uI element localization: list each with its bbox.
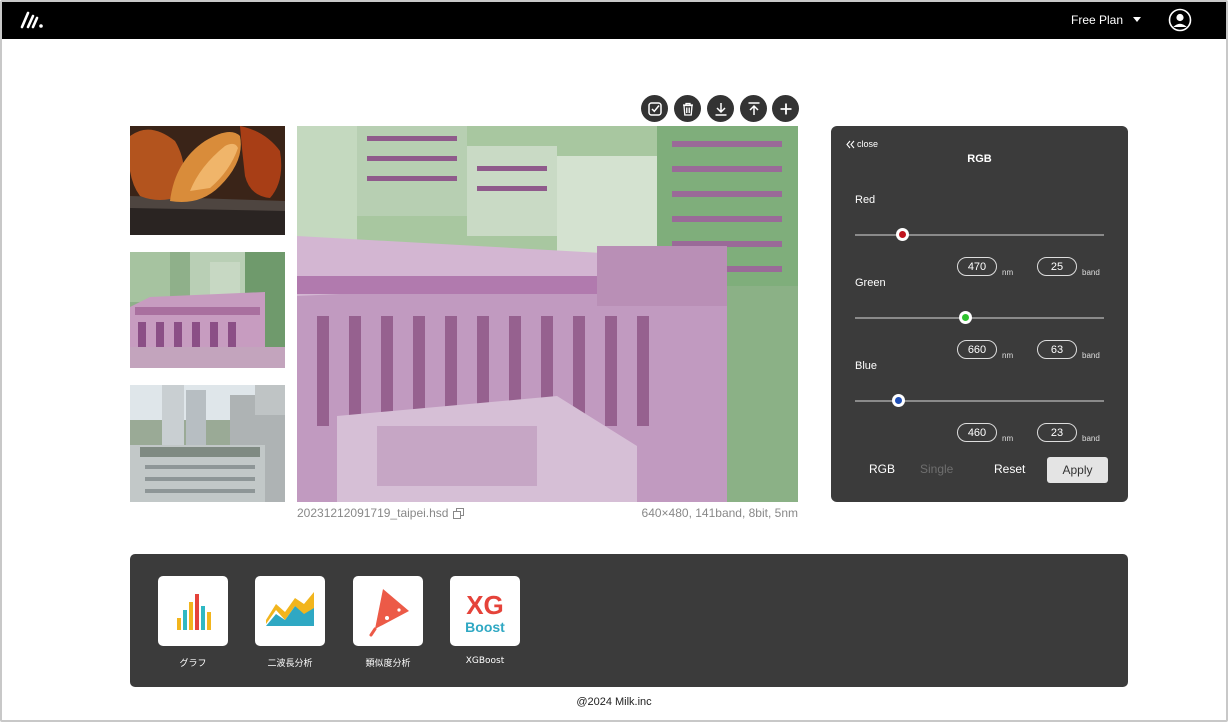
double-chevron-left-icon	[846, 140, 855, 148]
chevron-down-icon	[1133, 16, 1142, 22]
area-chart-icon	[266, 592, 314, 626]
xgboost-icon: XG Boost	[465, 590, 505, 635]
blue-slider-handle[interactable]	[892, 394, 906, 407]
close-label: close	[857, 139, 879, 149]
green-slider-handle[interactable]	[959, 311, 973, 324]
green-band-unit: band	[1082, 351, 1100, 360]
tool-graph[interactable]: グラフ	[158, 576, 228, 669]
thumbnail-building-false-color[interactable]	[130, 252, 285, 368]
building-false-color-image	[130, 252, 285, 368]
blue-slider[interactable]	[855, 394, 1104, 407]
milk-logo-icon[interactable]	[20, 9, 46, 31]
top-bar: Free Plan	[2, 2, 1226, 39]
delete-button[interactable]	[674, 95, 701, 122]
red-nm-input[interactable]: 470	[957, 257, 997, 276]
add-button[interactable]	[772, 95, 799, 122]
tool-xgboost-label: XGBoost	[465, 656, 505, 666]
svg-text:XG: XG	[466, 590, 504, 620]
tool-graph-label: グラフ	[179, 659, 207, 669]
tool-dual-wavelength[interactable]: 二波長分析	[255, 576, 325, 669]
plan-dropdown[interactable]: Free Plan	[1071, 13, 1142, 27]
green-label: Green	[855, 277, 886, 289]
panel-title: RGB	[967, 153, 992, 165]
plan-label: Free Plan	[1071, 13, 1124, 27]
xgboost-logo-x: X	[466, 590, 484, 620]
red-slider-handle[interactable]	[895, 228, 909, 241]
red-band-input[interactable]: 25	[1037, 257, 1077, 276]
footer-copyright: @2024 Milk.inc	[576, 696, 652, 708]
analysis-tools-bar: グラフ 二波長分析 類似度分析 XG Boost XGBoost	[130, 554, 1128, 687]
plus-icon	[780, 103, 791, 114]
image-info: 640×480, 141band, 8bit, 5nm	[641, 506, 798, 520]
blue-band-unit: band	[1082, 434, 1100, 443]
tool-xgboost[interactable]: XG Boost XGBoost	[450, 576, 520, 666]
upload-button[interactable]	[740, 95, 767, 122]
mode-single-button[interactable]: Single	[920, 462, 953, 476]
red-slider[interactable]	[855, 228, 1104, 241]
tool-similarity[interactable]: 類似度分析	[353, 576, 423, 669]
similarity-icon	[369, 589, 409, 637]
rgb-panel: close RGB Red 470 nm 25 band Green 660 n…	[831, 126, 1128, 502]
taipei-hyperspectral-image	[297, 126, 798, 502]
green-band-input[interactable]: 63	[1037, 340, 1077, 359]
building-natural-image	[130, 385, 285, 502]
main-image-viewer[interactable]	[297, 126, 798, 502]
copy-icon[interactable]	[453, 507, 465, 519]
bar-chart-icon	[177, 594, 211, 630]
blue-band-input[interactable]: 23	[1037, 423, 1077, 442]
file-name: 20231212091719_taipei.hsd	[297, 506, 465, 520]
green-nm-input[interactable]: 660	[957, 340, 997, 359]
reset-button[interactable]: Reset	[994, 462, 1025, 476]
green-nm-unit: nm	[1002, 351, 1014, 360]
apply-button[interactable]: Apply	[1047, 457, 1108, 483]
tool-xgboost-tile: XG Boost	[450, 576, 520, 646]
trash-icon	[682, 102, 693, 116]
thumbnail-bananas[interactable]	[130, 126, 285, 235]
tool-similarity-label: 類似度分析	[365, 659, 411, 669]
account-circle-icon[interactable]	[1168, 8, 1192, 32]
red-band-unit: band	[1082, 268, 1100, 277]
close-panel-button[interactable]: close	[846, 139, 878, 149]
bananas-image	[130, 126, 285, 235]
file-name-text: 20231212091719_taipei.hsd	[297, 506, 449, 520]
thumbnail-building-natural[interactable]	[130, 385, 285, 502]
upload-icon	[748, 101, 759, 115]
select-all-button[interactable]	[641, 95, 668, 122]
tool-dual-wavelength-tile	[255, 576, 325, 646]
red-label: Red	[855, 194, 876, 206]
tool-graph-tile	[158, 576, 228, 646]
blue-label: Blue	[855, 360, 878, 372]
xgboost-logo-boost: Boost	[465, 619, 505, 635]
red-nm-unit: nm	[1002, 268, 1014, 277]
blue-nm-unit: nm	[1002, 434, 1014, 443]
tool-similarity-tile	[353, 576, 423, 646]
green-slider[interactable]	[855, 311, 1104, 324]
tool-dual-wavelength-label: 二波長分析	[267, 659, 313, 669]
mode-rgb-button[interactable]: RGB	[869, 462, 895, 476]
checkbox-icon	[647, 101, 662, 116]
download-button[interactable]	[707, 95, 734, 122]
xgboost-logo-g: G	[484, 590, 504, 620]
blue-nm-input[interactable]: 460	[957, 423, 997, 442]
download-icon	[715, 102, 726, 116]
